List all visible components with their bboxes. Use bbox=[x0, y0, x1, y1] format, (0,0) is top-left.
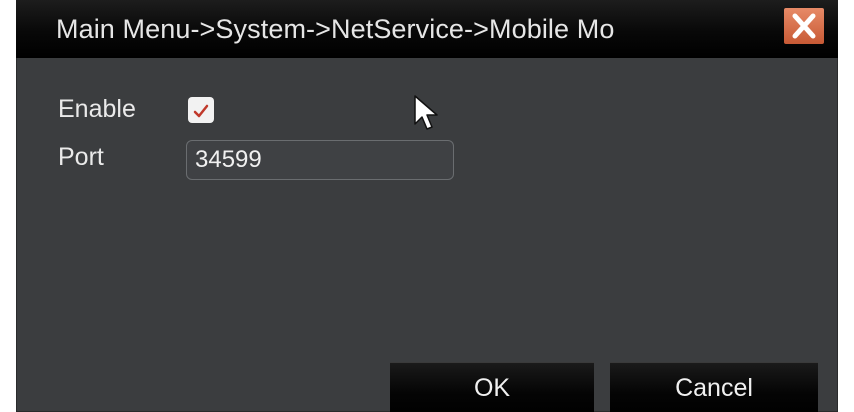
ok-button[interactable]: OK bbox=[390, 362, 594, 412]
enable-label: Enable bbox=[58, 95, 136, 123]
check-icon bbox=[193, 104, 209, 118]
mobile-monitor-dialog: Main Menu->System->NetService->Mobile Mo… bbox=[16, 0, 838, 412]
port-input[interactable]: 34599 bbox=[186, 140, 454, 180]
screen: Main Menu->System->NetService->Mobile Mo… bbox=[0, 0, 854, 412]
mouse-pointer-icon bbox=[414, 95, 438, 130]
close-icon bbox=[792, 13, 816, 39]
title-bar: Main Menu->System->NetService->Mobile Mo bbox=[16, 0, 838, 58]
dialog-title: Main Menu->System->NetService->Mobile Mo bbox=[56, 14, 615, 44]
cancel-button[interactable]: Cancel bbox=[610, 362, 818, 412]
port-label: Port bbox=[58, 143, 104, 171]
close-button[interactable] bbox=[784, 8, 824, 44]
enable-checkbox[interactable] bbox=[188, 97, 214, 123]
